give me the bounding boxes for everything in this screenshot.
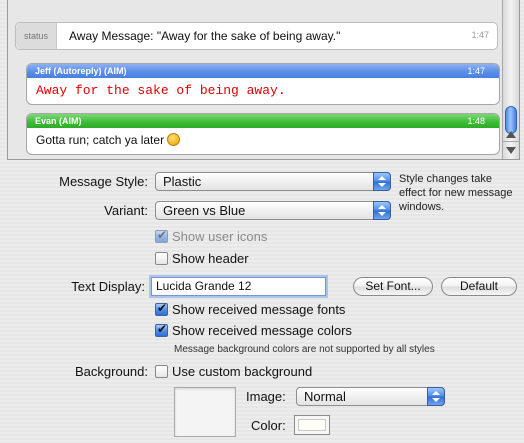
image-label: Image: <box>246 389 286 404</box>
use-custom-background-checkbox[interactable]: Use custom background <box>155 364 312 379</box>
status-tag: status <box>16 23 57 49</box>
message-body: Away for the sake of being away. <box>27 78 499 103</box>
show-received-fonts-label: Show received message fonts <box>172 302 346 317</box>
message-style-label: Message Style: <box>59 174 148 189</box>
preview-content: status Away Message: "Away for the sake … <box>8 0 501 159</box>
default-button[interactable]: Default <box>441 277 517 296</box>
message-evan: Evan (AIM) 1:48 Gotta run; catch ya late… <box>26 113 500 155</box>
background-color-well[interactable] <box>294 415 330 435</box>
show-header-label: Show header <box>172 251 249 266</box>
message-preview: status Away Message: "Away for the sake … <box>7 0 520 160</box>
show-user-icons-label: Show user icons <box>172 229 268 244</box>
checkbox-icon <box>155 365 168 378</box>
checkbox-icon <box>155 301 168 316</box>
set-font-button[interactable]: Set Font... <box>353 277 433 296</box>
show-header-checkbox[interactable]: Show header <box>155 251 249 266</box>
scroll-up-icon[interactable] <box>506 131 516 138</box>
status-message: status Away Message: "Away for the sake … <box>15 22 498 50</box>
show-received-colors-checkbox[interactable]: Show received message colors <box>155 322 352 338</box>
text-display-label: Text Display: <box>71 279 145 294</box>
status-time: 1:47 <box>471 30 489 40</box>
message-header: Jeff (Autoreply) (AIM) 1:47 <box>27 64 499 78</box>
checkbox-icon <box>155 228 168 243</box>
status-text: Away Message: "Away for the sake of bein… <box>69 29 341 43</box>
message-style-value: Plastic <box>163 174 202 189</box>
popup-arrows-icon <box>373 172 391 191</box>
use-custom-background-label: Use custom background <box>172 364 313 379</box>
popup-arrows-icon <box>427 387 445 406</box>
image-popup[interactable]: Normal <box>296 387 445 406</box>
background-colors-note: Message background colors are not suppor… <box>174 344 435 355</box>
smiley-icon <box>167 133 181 146</box>
color-swatch <box>298 419 326 431</box>
message-body: Gotta run; catch ya later <box>27 128 499 153</box>
variant-label: Variant: <box>104 203 148 218</box>
checkbox-icon <box>155 322 168 337</box>
sender-name: Jeff (Autoreply) (AIM) <box>35 66 127 76</box>
message-header: Evan (AIM) 1:48 <box>27 114 499 128</box>
message-jeff: Jeff (Autoreply) (AIM) 1:47 Away for the… <box>26 63 500 105</box>
message-text: Gotta run; catch ya later <box>36 133 165 147</box>
preview-scrollbar[interactable] <box>502 0 519 159</box>
background-image-well[interactable] <box>174 387 236 437</box>
style-changes-note: Style changes take effect for new messag… <box>399 173 513 213</box>
message-time: 1:48 <box>467 116 485 126</box>
message-time: 1:47 <box>467 66 485 76</box>
popup-arrows-icon <box>373 201 391 220</box>
show-received-fonts-checkbox[interactable]: Show received message fonts <box>155 301 346 317</box>
variant-value: Green vs Blue <box>163 203 246 218</box>
color-label: Color: <box>251 418 286 433</box>
message-style-popup[interactable]: Plastic <box>155 172 391 191</box>
image-value: Normal <box>304 389 346 404</box>
message-text: Away for the sake of being away. <box>36 83 286 98</box>
sender-name: Evan (AIM) <box>35 116 82 126</box>
scroll-arrow-divider <box>503 141 519 142</box>
variant-popup[interactable]: Green vs Blue <box>155 201 391 220</box>
background-label: Background: <box>75 364 148 379</box>
show-user-icons-checkbox[interactable]: Show user icons <box>155 228 268 244</box>
text-display-field[interactable]: Lucida Grande 12 <box>151 277 326 296</box>
scrollbar-thumb[interactable] <box>505 106 517 134</box>
scroll-down-icon[interactable] <box>506 147 516 154</box>
checkbox-icon <box>155 252 168 265</box>
show-received-colors-label: Show received message colors <box>172 323 352 338</box>
